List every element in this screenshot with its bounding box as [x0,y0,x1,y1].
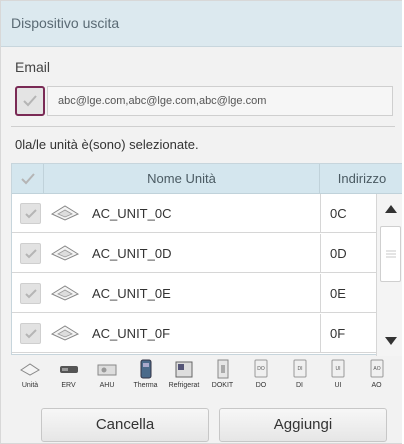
ui-icon: UI [331,359,345,378]
unit-name: AC_UNIT_0F [92,326,171,341]
table-row[interactable]: AC_UNIT_0C 0C [12,194,376,233]
unit-type-ui[interactable]: UI UI [319,359,357,399]
type-label: Unità [21,382,39,389]
ahu-icon [97,364,117,376]
type-label: AO [371,382,382,389]
table-row[interactable]: AC_UNIT_0F 0F [12,314,376,353]
triangle-down-icon [384,337,397,345]
column-header-address[interactable]: Indirizzo [320,164,404,194]
type-label: AHU [99,382,115,389]
unit-type-unità[interactable]: Unità [11,359,49,399]
table-row[interactable]: AC_UNIT_0E 0E [12,274,376,313]
add-button[interactable]: Aggiungi [219,408,387,442]
column-divider [320,194,321,232]
ceiling-unit-icon [50,325,80,341]
unit-name: AC_UNIT_0E [92,286,171,301]
checkmark-icon [24,208,37,218]
unit-address: 0C [330,206,347,221]
ceiling-unit-icon [50,285,80,301]
unit-name: AC_UNIT_0C [92,206,172,221]
ao-icon: AO [370,359,383,378]
unit-type-di[interactable]: DI DI [281,359,319,399]
row-checkbox[interactable] [20,323,41,344]
type-glyph: DI [297,366,302,372]
checkmark-icon [20,173,35,185]
unit-type-dokit[interactable]: DOKIT [204,359,242,399]
scrollbar[interactable] [376,194,404,356]
table-header: Nome Unità Indirizzo [12,164,404,194]
ceiling-unit-icon [50,245,80,261]
row-checkbox[interactable] [20,243,41,264]
scroll-down-button[interactable] [377,326,404,356]
column-header-unit-name[interactable]: Nome Unità [44,164,320,194]
email-checkbox[interactable] [15,86,45,116]
type-glyph: AO [373,366,380,372]
output-device-dialog: Dispositivo uscita Email abc@lge.com,abc… [0,0,404,444]
do-icon: DO [254,359,268,378]
scroll-thumb[interactable] [380,226,401,282]
select-all-checkbox[interactable] [12,164,44,194]
type-label: DO [255,382,267,389]
type-label: UI [334,382,342,389]
type-label: Refrigerat [168,382,200,389]
dialog-title: Dispositivo uscita [1,1,403,47]
type-label: DI [296,382,303,389]
unit-type-therma[interactable]: Therma [127,359,165,399]
unit-type-refrigerat[interactable]: Refrigerat [165,359,203,399]
column-divider [320,274,321,312]
table-row[interactable]: AC_UNIT_0D 0D [12,234,376,273]
checkmark-icon [24,328,37,338]
column-divider [320,234,321,272]
row-checkbox[interactable] [20,283,41,304]
checkmark-icon [23,95,37,107]
scroll-up-button[interactable] [377,194,404,224]
unit-type-bar: Unità ERV AHU Therma Refrigerat DOKIT DO DO DI DI… [11,357,403,399]
unit-address: 0D [330,246,347,261]
column-divider [320,314,321,352]
di-icon: DI [293,359,306,378]
unit-type-ao[interactable]: AO AO [358,359,396,399]
email-field[interactable]: abc@lge.com,abc@lge.com,abc@lge.com [47,86,393,116]
type-label: Therma [133,382,158,389]
type-label: ERV [61,382,76,389]
ceiling-unit-icon [50,205,80,221]
triangle-up-icon [384,205,397,213]
unit-address: 0F [330,326,346,341]
dokit-icon [217,359,228,379]
unit-type-ahu[interactable]: AHU [88,359,126,399]
row-checkbox[interactable] [20,203,41,224]
erv-icon [59,366,78,373]
selection-status: 0la/le unità è(sono) selezionate. [15,137,199,152]
email-label: Email [15,59,51,75]
unit-table: Nome Unità Indirizzo AC_UNIT_0C 0C AC_UNIT… [11,163,404,356]
refrigerator-icon [175,361,193,378]
divider [11,126,395,127]
unit-name: AC_UNIT_0D [92,246,172,261]
unit-address: 0E [330,286,346,301]
type-glyph: DO [257,366,265,372]
cancel-button[interactable]: Cancella [41,408,209,442]
checkmark-icon [24,288,37,298]
unit-type-erv[interactable]: ERV [50,359,88,399]
therma-icon [140,359,151,379]
checkmark-icon [24,248,37,258]
type-label: DOKIT [211,382,234,389]
type-glyph: UI [336,366,341,372]
grip-icon [385,250,396,258]
unit-type-do[interactable]: DO DO [242,359,280,399]
indoor-unit-icon [20,363,40,376]
